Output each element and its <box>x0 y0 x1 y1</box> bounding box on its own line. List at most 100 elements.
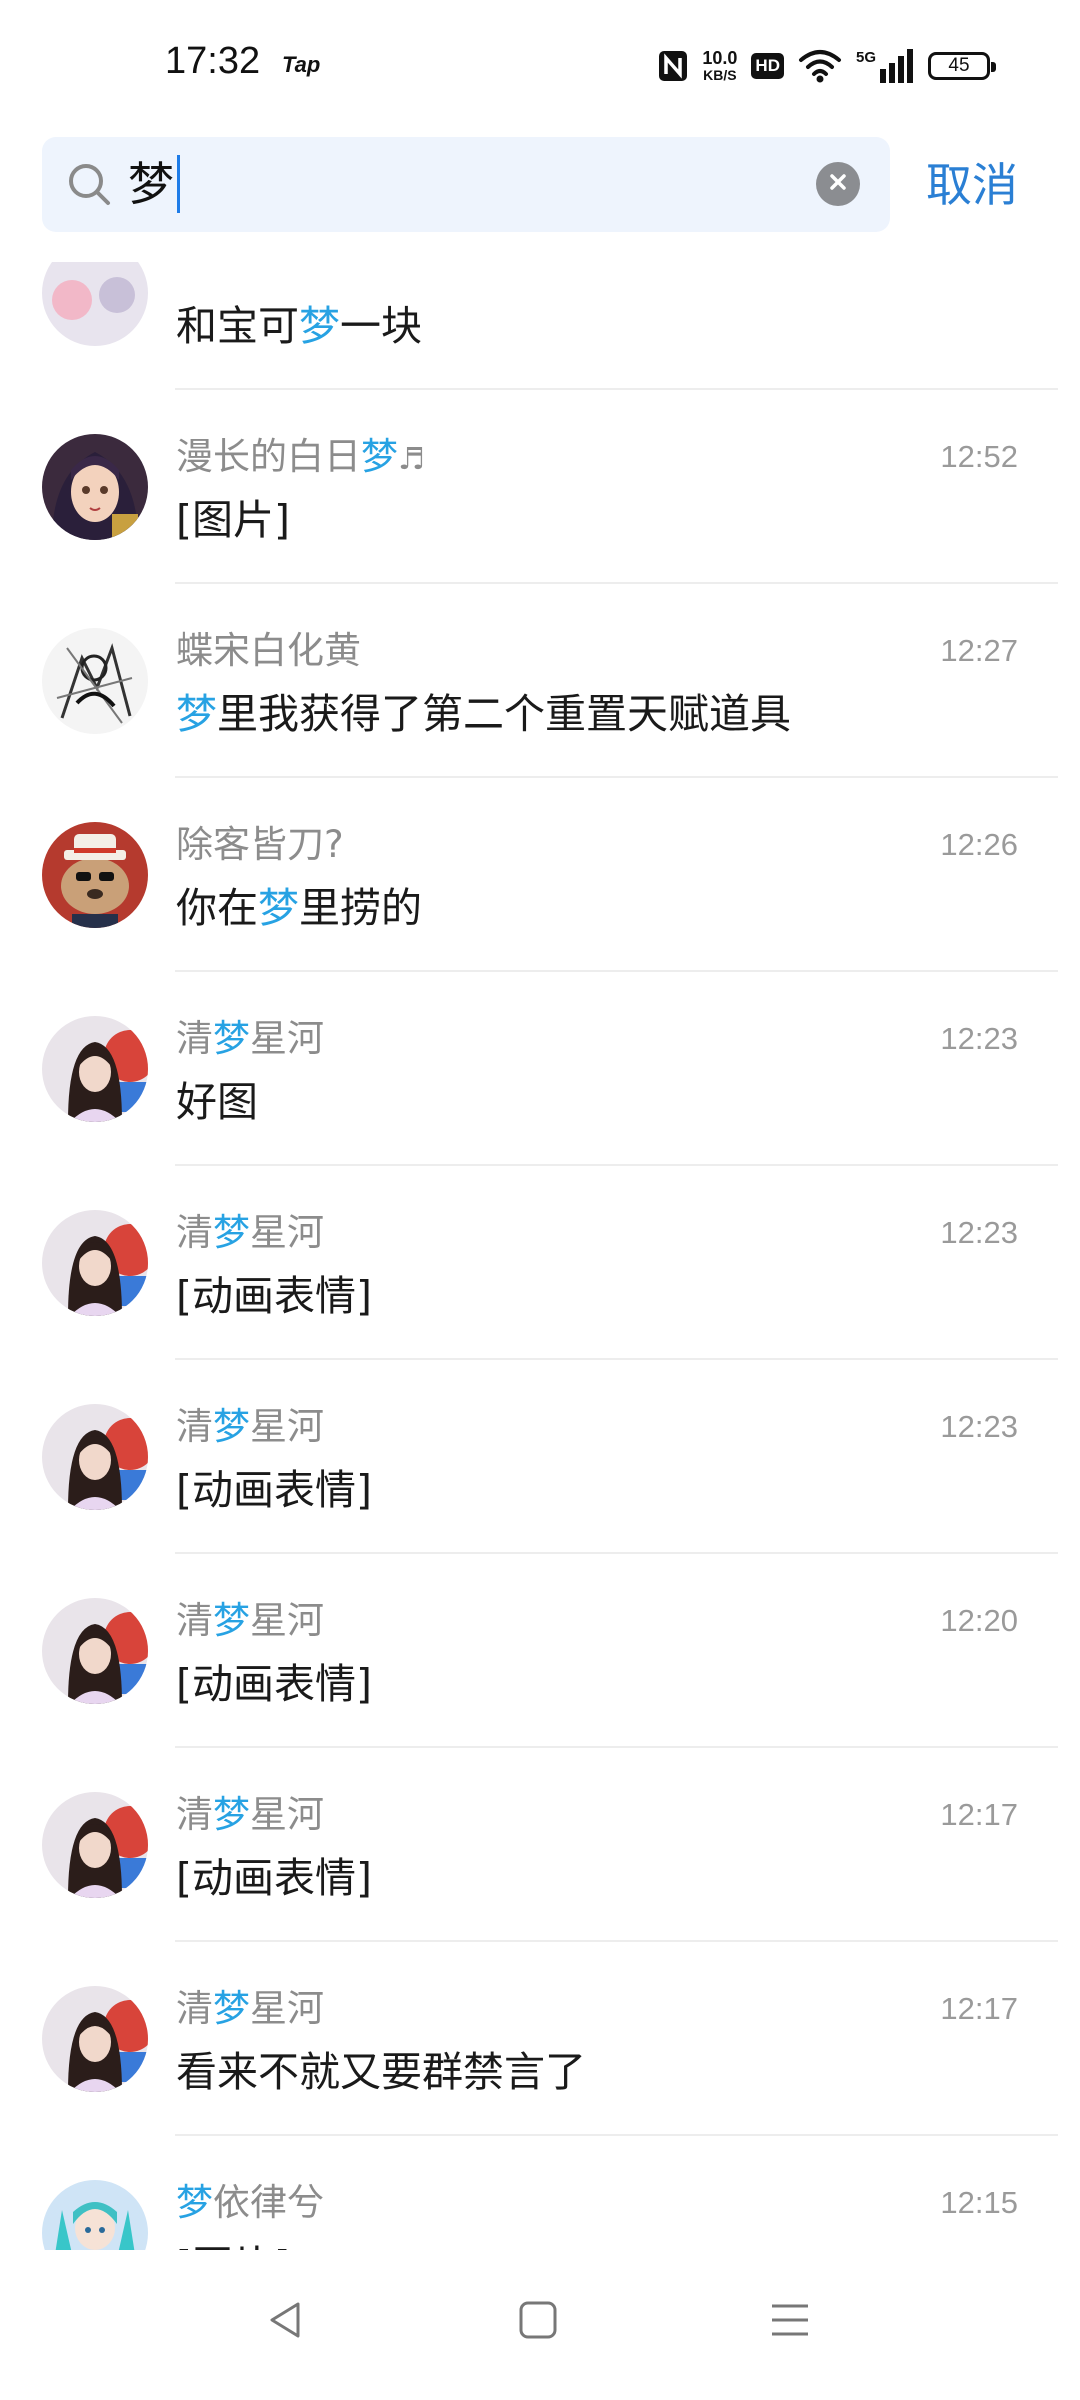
nav-menu-button[interactable] <box>760 2292 820 2352</box>
avatar[interactable] <box>42 1986 148 2092</box>
name-text-rest: 星河 <box>250 1987 324 2030</box>
status-icons: 10.0 KB/S HD 5G 45 <box>658 44 996 88</box>
search-results-list[interactable]: 和宝可梦一块 漫长的白日梦♬ 12:52 [图片] 蝶宋白化黄 12:27 梦里我获得了第二… <box>0 262 1080 2260</box>
message-text: [动画表情] <box>176 1660 372 1708</box>
hd-badge: HD <box>751 53 784 79</box>
nav-back-button[interactable] <box>256 2292 316 2352</box>
message-preview: [图片] <box>176 492 290 548</box>
result-row[interactable]: 除客皆刀? 12:26 你在梦里捞的 <box>0 778 1080 972</box>
avatar[interactable] <box>42 1016 148 1122</box>
message-highlight: 梦 <box>258 884 299 932</box>
name-text: 清 <box>176 1793 213 1836</box>
search-query: 梦 <box>128 157 174 211</box>
search-input[interactable]: 梦 <box>128 155 180 213</box>
result-row[interactable]: 清梦星河 12:23 [动画表情] <box>0 1166 1080 1360</box>
message-preview: 好图 <box>176 1074 258 1130</box>
name-text: 蝶宋白化黄 <box>176 629 361 672</box>
result-row[interactable]: 清梦星河 12:23 好图 <box>0 972 1080 1166</box>
message-text-rest: 里捞的 <box>299 884 422 932</box>
sender-name: 清梦星河 <box>176 1984 324 2037</box>
avatar[interactable] <box>42 434 148 540</box>
result-row[interactable]: 清梦星河 12:20 [动画表情] <box>0 1554 1080 1748</box>
avatar[interactable] <box>42 2180 148 2260</box>
name-text-rest: 依律兮 <box>213 2181 324 2224</box>
message-time: 12:17 <box>940 1797 1018 1832</box>
message-preview: 梦里我获得了第二个重置天赋道具 <box>176 686 791 742</box>
sender-name: 清梦星河 <box>176 1208 324 1261</box>
avatar[interactable] <box>42 262 148 346</box>
name-highlight: 梦 <box>213 1017 250 1060</box>
avatar[interactable] <box>42 822 148 928</box>
result-row[interactable]: 和宝可梦一块 <box>0 262 1080 390</box>
name-text-rest: 星河 <box>250 1599 324 1642</box>
message-preview: 你在梦里捞的 <box>176 880 422 936</box>
message-preview: [动画表情] <box>176 1656 372 1712</box>
name-highlight: 梦 <box>176 2181 213 2224</box>
name-text: 清 <box>176 1987 213 2030</box>
nav-home-button[interactable] <box>508 2292 568 2352</box>
name-text: 清 <box>176 1211 213 1254</box>
avatar[interactable] <box>42 1210 148 1316</box>
message-time: 12:52 <box>940 439 1018 474</box>
sender-name: 除客皆刀? <box>176 820 344 873</box>
message-preview: [动画表情] <box>176 1462 372 1518</box>
clear-search-button[interactable] <box>816 162 860 206</box>
message-preview: 和宝可梦一块 <box>176 298 422 354</box>
name-highlight: 梦 <box>213 1211 250 1254</box>
avatar[interactable] <box>42 1598 148 1704</box>
message-preview: [动画表情] <box>176 1268 372 1324</box>
name-highlight: 梦 <box>361 435 398 478</box>
net-speed: 10.0 KB/S <box>702 49 737 83</box>
avatar[interactable] <box>42 628 148 734</box>
status-bar: 17:32 Tap 10.0 KB/S HD 5G 45 <box>0 0 1080 130</box>
home-square-icon <box>516 2298 560 2346</box>
result-row[interactable]: 清梦星河 12:23 [动画表情] <box>0 1360 1080 1554</box>
menu-lines-icon <box>768 2298 812 2346</box>
navigation-bar <box>0 2250 1080 2400</box>
nfc-icon <box>658 50 688 82</box>
message-text: [动画表情] <box>176 1854 372 1902</box>
message-time: 12:15 <box>940 2185 1018 2220</box>
result-row[interactable]: 梦依律兮12:15[图片] <box>0 2136 1080 2260</box>
message-text: [动画表情] <box>176 1272 372 1320</box>
avatar[interactable] <box>42 1792 148 1898</box>
clear-icon <box>827 171 849 197</box>
search-box[interactable]: 梦 <box>42 137 890 232</box>
result-row[interactable]: 清梦星河 12:17 [动画表情] <box>0 1748 1080 1942</box>
name-text: 清 <box>176 1599 213 1642</box>
message-text: 和宝可 <box>176 302 299 350</box>
name-text-rest: 星河 <box>250 1211 324 1254</box>
sender-name: 清梦星河 <box>176 1014 324 1067</box>
cancel-button[interactable]: 取消 <box>926 155 1018 215</box>
search-results-scroll: 和宝可梦一块 漫长的白日梦♬ 12:52 [图片] 蝶宋白化黄 12:27 梦里我获得了第二… <box>0 262 1080 2260</box>
message-time: 12:17 <box>940 1991 1018 2026</box>
message-time: 12:23 <box>940 1215 1018 1250</box>
sender-name: 梦依律兮 <box>176 2178 324 2231</box>
message-preview: 看来不就又要群禁言了 <box>176 2044 586 2100</box>
message-text-rest: 里我获得了第二个重置天赋道具 <box>217 690 791 738</box>
message-highlight: 梦 <box>299 302 340 350</box>
sender-name: 蝶宋白化黄 <box>176 626 361 679</box>
sender-name: 漫长的白日梦♬ <box>176 432 425 485</box>
message-text: 看来不就又要群禁言了 <box>176 2048 586 2096</box>
signal-icon: 5G <box>856 49 914 83</box>
result-row[interactable]: 蝶宋白化黄 12:27 梦里我获得了第二个重置天赋道具 <box>0 584 1080 778</box>
name-text-rest: 星河 <box>250 1405 324 1448</box>
search-icon <box>66 161 112 211</box>
message-time: 12:20 <box>940 1603 1018 1638</box>
name-highlight: 梦 <box>213 1987 250 2030</box>
message-text: 好图 <box>176 1078 258 1126</box>
back-triangle-icon <box>264 2298 308 2346</box>
name-text-rest: 星河 <box>250 1793 324 1836</box>
sender-name: 清梦星河 <box>176 1596 324 1649</box>
result-row[interactable]: 清梦星河 12:17 看来不就又要群禁言了 <box>0 1942 1080 2136</box>
wifi-icon <box>798 49 842 83</box>
name-text: 漫长的白日 <box>176 435 361 478</box>
message-time: 12:23 <box>940 1021 1018 1056</box>
result-row[interactable]: 漫长的白日梦♬ 12:52 [图片] <box>0 390 1080 584</box>
avatar[interactable] <box>42 1404 148 1510</box>
message-time: 12:26 <box>940 827 1018 862</box>
music-note-icon: ♬ <box>398 442 425 477</box>
tap-app-badge: Tap <box>282 52 321 77</box>
name-highlight: 梦 <box>213 1599 250 1642</box>
